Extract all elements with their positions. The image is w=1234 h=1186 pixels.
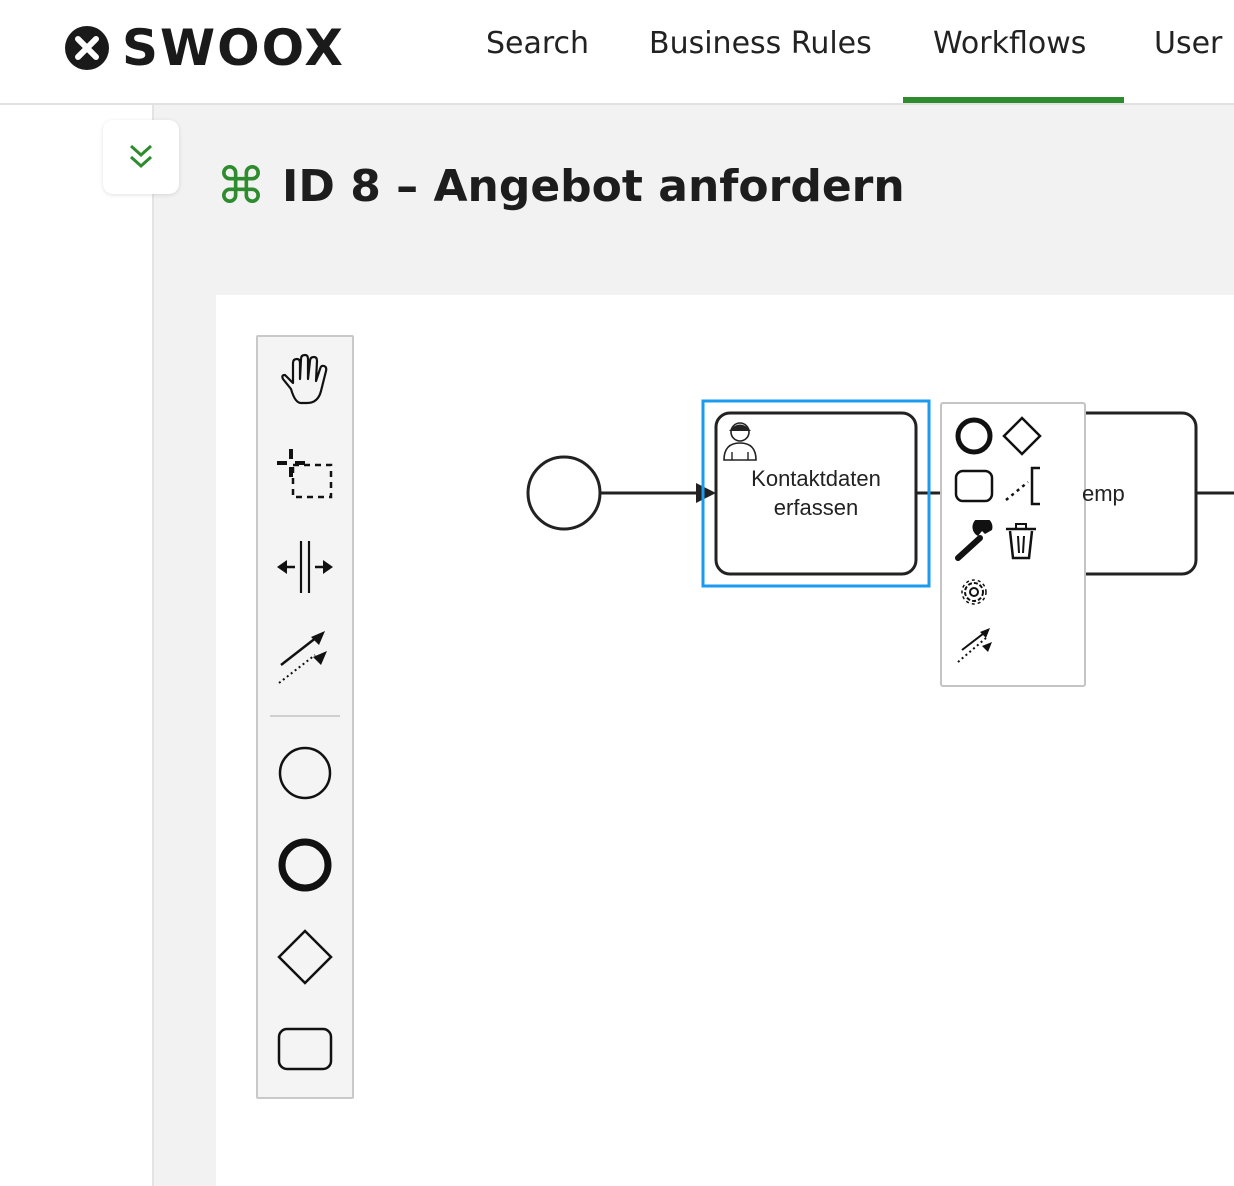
context-pad [940,402,1086,687]
end-event-icon[interactable] [273,833,337,897]
connect-icon[interactable] [952,624,996,668]
connect-icon[interactable] [273,627,337,691]
task-icon[interactable] [273,1017,337,1081]
next-task-label: emp [1082,481,1125,506]
task-icon[interactable] [952,464,996,508]
selected-task-label: Kontaktdaten erfassen [716,464,916,522]
flow-arrowhead [696,483,716,503]
gateway-icon[interactable] [273,925,337,989]
wrench-icon[interactable] [952,520,996,564]
gear-icon[interactable] [952,570,996,614]
tool-palette [256,335,354,1099]
end-event-icon[interactable] [952,414,996,458]
task-label-line: erfassen [773,495,859,520]
start-event[interactable] [526,455,602,531]
space-icon[interactable] [273,535,337,599]
start-event-icon[interactable] [273,741,337,805]
gateway-icon[interactable] [1000,414,1044,458]
palette-separator [270,715,340,717]
lasso-icon[interactable] [273,443,337,507]
task-label-line: Kontaktdaten [751,466,881,491]
hand-icon[interactable] [273,351,337,415]
text-annotation-icon[interactable] [1000,464,1044,508]
trash-icon[interactable] [1000,520,1044,564]
